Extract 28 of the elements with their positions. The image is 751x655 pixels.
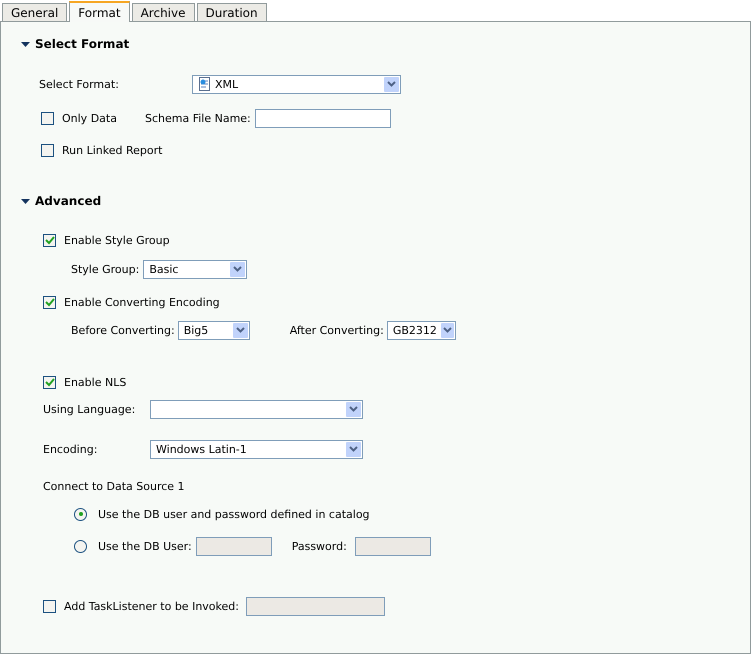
tab[interactable]: General (2, 3, 68, 21)
field-label: Using Language: (43, 402, 136, 416)
checkbox-label: Enable Style Group (64, 234, 170, 246)
checkbox-label: Add TaskListener to be Invoked: (64, 600, 239, 612)
section-heading: Advanced (35, 194, 102, 208)
tab[interactable]: Archive (132, 3, 194, 21)
checkbox-label: Enable Converting Encoding (64, 296, 220, 308)
checkbox-label: Run Linked Report (62, 144, 162, 156)
section-heading: Select Format (35, 37, 130, 51)
field-label: Before Converting: (71, 324, 175, 336)
tab[interactable]: Format (69, 1, 130, 22)
radio-label: Use the DB User: (98, 540, 192, 552)
dropdown[interactable]: Windows Latin-1 (150, 440, 363, 458)
group-label: Connect to Data Source 1 (43, 480, 185, 492)
tab[interactable]: Duration (196, 3, 267, 21)
checkbox-label: Only Data (62, 112, 117, 124)
dropdown[interactable]: XML (192, 74, 401, 94)
radio-label: Use the DB user and password defined in catalog (98, 508, 370, 520)
field-label: After Converting: (290, 324, 384, 336)
field-label: Style Group: (71, 262, 140, 276)
field-label: Schema File Name: (144, 112, 251, 124)
checkbox-label: Enable NLS (64, 376, 126, 388)
dropdown[interactable]: Big5 (178, 320, 250, 340)
dropdown[interactable]: GB2312 (386, 320, 456, 340)
field-label: Password: (292, 540, 347, 552)
dropdown[interactable]: Basic (143, 260, 248, 278)
field-label: Select Format: (39, 78, 120, 90)
field-label: Encoding: (43, 442, 98, 456)
